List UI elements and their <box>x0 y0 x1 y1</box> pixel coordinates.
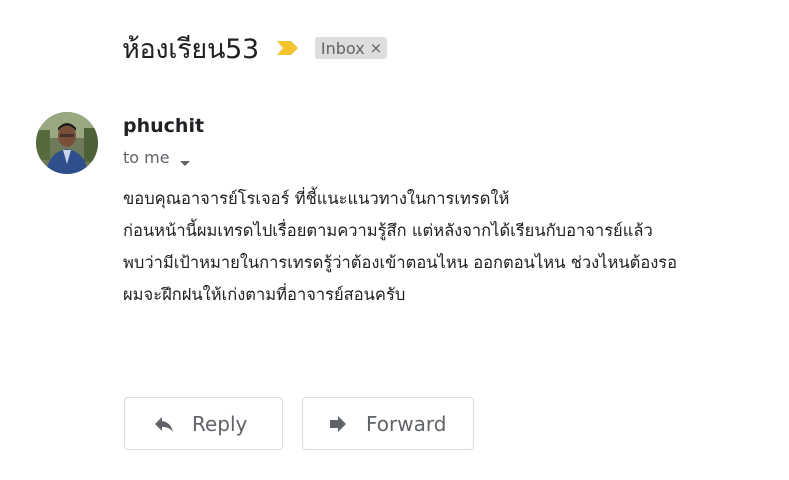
subject-row: ห้องเรียน53 Inbox × <box>122 28 388 68</box>
reply-label: Reply <box>192 411 248 436</box>
forward-icon <box>326 412 350 436</box>
message-body: ขอบคุณอาจารย์โรเจอร์ ที่ชี้แนะแนวทางในกา… <box>123 183 773 311</box>
chevron-down-icon[interactable] <box>178 153 192 166</box>
inbox-label-chip: Inbox × <box>314 37 388 59</box>
recipient-text: to me <box>123 148 170 167</box>
importance-marker-icon[interactable] <box>275 39 301 57</box>
remove-label-icon[interactable]: × <box>370 40 383 56</box>
message-line: ขอบคุณอาจารย์โรเจอร์ ที่ชี้แนะแนวทางในกา… <box>123 189 510 208</box>
forward-button[interactable]: Forward <box>302 397 474 450</box>
user-avatar <box>36 112 98 174</box>
message-line: ผมจะฝึกฝนให้เก่งตามที่อาจารย์สอนครับ <box>123 285 406 304</box>
recipient-row: to me <box>123 148 192 167</box>
forward-label: Forward <box>366 411 447 436</box>
sender-avatar[interactable] <box>36 112 98 174</box>
message-line: ก่อนหน้านี้ผมเทรดไปเรื่อยตามความรู้สึก แ… <box>123 221 653 240</box>
email-view: ห้องเรียน53 Inbox × phuchit to me ขอบคุณ… <box>0 0 789 480</box>
reply-button[interactable]: Reply <box>124 397 283 450</box>
reply-icon <box>152 412 176 436</box>
label-chip-text: Inbox <box>320 38 365 58</box>
email-subject: ห้องเรียน53 <box>122 33 259 65</box>
message-line: พบว่ามีเป้าหมายในการเทรดรู้ว่าต้องเข้าตอ… <box>123 253 678 272</box>
sender-name[interactable]: phuchit <box>123 115 204 137</box>
